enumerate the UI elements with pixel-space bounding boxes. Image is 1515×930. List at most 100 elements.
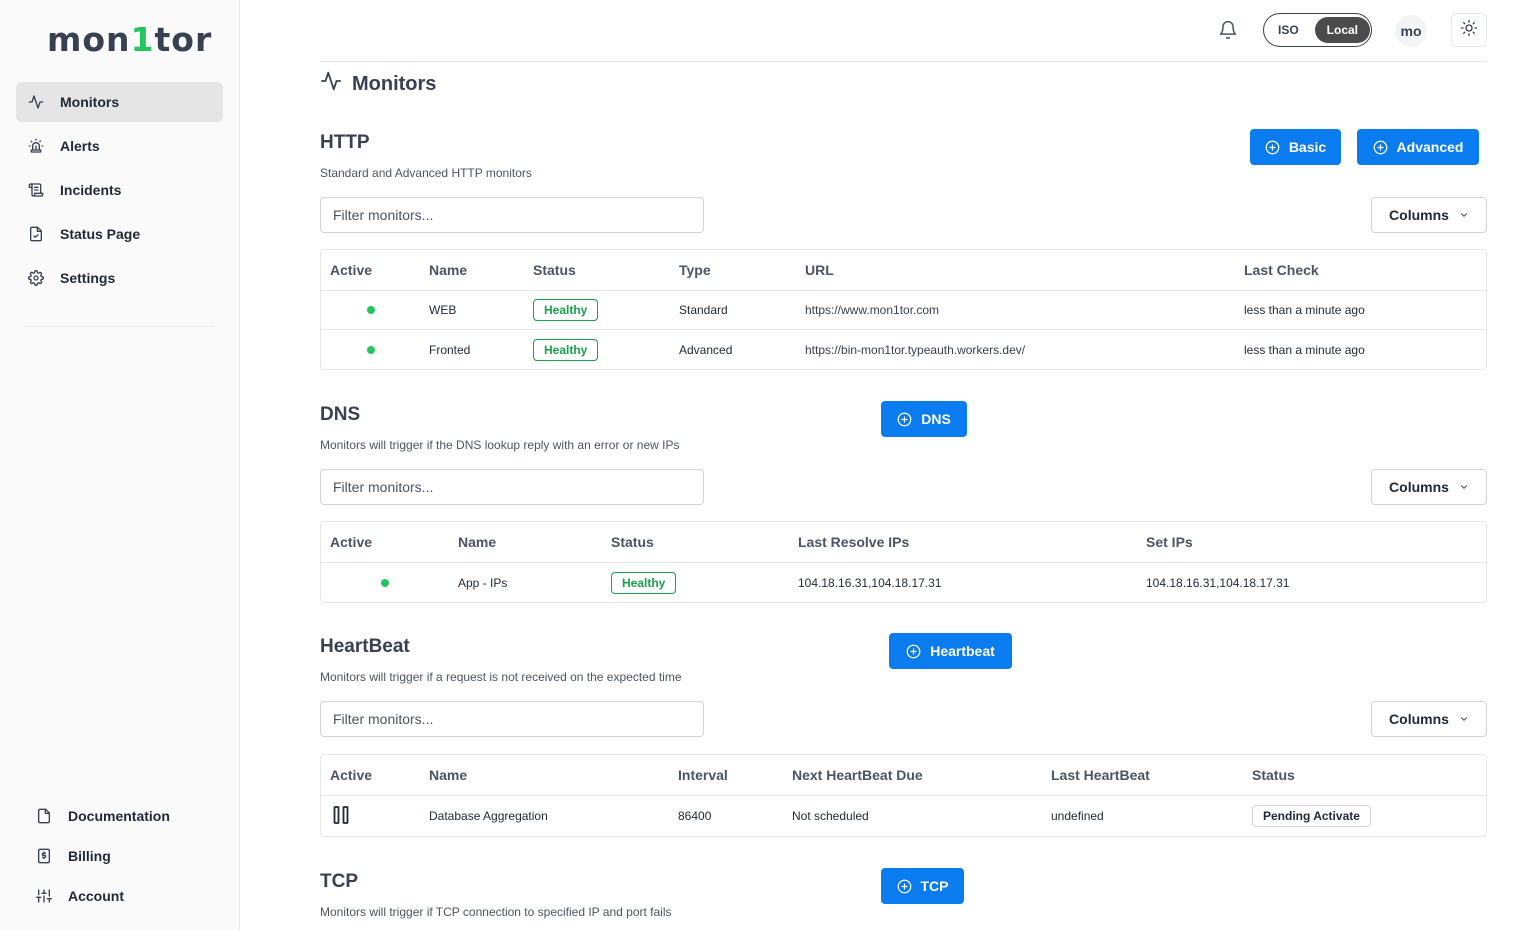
- http-monitors-table: Active Name Status Type URL Last Check W…: [320, 249, 1487, 370]
- column-header[interactable]: Active: [330, 522, 372, 562]
- column-header[interactable]: Active: [330, 755, 372, 795]
- dns-section-title: DNS: [320, 404, 361, 425]
- column-header[interactable]: Status: [1252, 755, 1295, 795]
- timezone-toggle[interactable]: ISO Local: [1263, 13, 1372, 47]
- http-section-description: Standard and Advanced HTTP monitors: [320, 166, 532, 180]
- avatar[interactable]: mo: [1395, 15, 1427, 47]
- tcp-section-title: TCP: [320, 871, 358, 892]
- status-badge: Healthy: [611, 571, 677, 594]
- add-tcp-button[interactable]: TCP: [881, 868, 964, 904]
- sidebar-divider: [24, 326, 215, 327]
- file-check-icon: [28, 226, 44, 242]
- sidebar-item-alerts[interactable]: Alerts: [16, 126, 223, 166]
- status-badge: Pending Activate: [1252, 805, 1371, 827]
- pause-icon[interactable]: [333, 805, 349, 828]
- column-header[interactable]: Active: [330, 250, 372, 290]
- tz-option-iso[interactable]: ISO: [1266, 17, 1311, 43]
- monitor-type: Advanced: [679, 342, 733, 357]
- add-advanced-http-button[interactable]: Advanced: [1357, 129, 1479, 165]
- table-header-row: Active Name Status Type URL Last Check: [321, 250, 1486, 291]
- status-badge: Healthy: [533, 338, 599, 361]
- sidebar-item-label: Alerts: [60, 138, 100, 154]
- button-label: TCP: [920, 878, 949, 894]
- tcp-section-description: Monitors will trigger if TCP connection …: [320, 905, 672, 919]
- sidebar-item-account[interactable]: Account: [24, 876, 223, 916]
- sun-icon: [1460, 19, 1478, 42]
- sidebar-item-incidents[interactable]: Incidents: [16, 170, 223, 210]
- table-row[interactable]: Fronted Healthy Advanced https://bin-mon…: [321, 330, 1486, 369]
- topbar: ISO Local mo: [320, 0, 1487, 62]
- column-header[interactable]: Name: [429, 250, 467, 290]
- active-indicator: [367, 306, 375, 314]
- last-check: less than a minute ago: [1244, 303, 1365, 317]
- sidebar-item-label: Documentation: [68, 808, 170, 824]
- column-header[interactable]: Next HeartBeat Due: [792, 755, 923, 795]
- plus-circle-icon: [1373, 140, 1387, 154]
- add-dns-button[interactable]: DNS: [881, 401, 967, 437]
- plus-circle-icon: [897, 412, 912, 426]
- set-ips: 104.18.16.31,104.18.17.31: [1146, 575, 1290, 590]
- add-basic-http-button[interactable]: Basic: [1250, 129, 1341, 165]
- activity-icon: [320, 70, 342, 98]
- monitor-name[interactable]: Fronted: [429, 330, 470, 369]
- sidebar: mon1tor Monitors Alerts Incidents Status…: [0, 0, 240, 930]
- heartbeat-columns-button[interactable]: Columns: [1371, 701, 1487, 737]
- http-columns-button[interactable]: Columns: [1371, 197, 1487, 233]
- sidebar-item-label: Billing: [68, 848, 111, 864]
- sidebar-item-monitors[interactable]: Monitors: [16, 82, 223, 122]
- active-indicator: [381, 578, 389, 587]
- sidebar-item-status-page[interactable]: Status Page: [16, 214, 223, 254]
- dns-columns-button[interactable]: Columns: [1371, 469, 1487, 505]
- dns-section-description: Monitors will trigger if the DNS lookup …: [320, 438, 680, 452]
- column-header[interactable]: Name: [458, 522, 496, 562]
- column-header[interactable]: URL: [805, 250, 834, 290]
- interval: 86400: [678, 809, 712, 823]
- sidebar-item-label: Account: [68, 888, 124, 904]
- button-label: Heartbeat: [930, 643, 995, 659]
- plus-circle-icon: [897, 879, 911, 893]
- scroll-icon: [28, 182, 44, 198]
- table-header-row: Active Name Interval Next HeartBeat Due …: [321, 755, 1486, 796]
- chevron-down-icon: [1460, 717, 1467, 721]
- column-header[interactable]: Last HeartBeat: [1051, 755, 1150, 795]
- sliders-icon: [36, 888, 52, 904]
- sidebar-bottom-nav: Documentation Billing Account: [24, 796, 223, 916]
- column-header[interactable]: Last Check: [1244, 250, 1319, 290]
- http-filter-input[interactable]: [320, 197, 704, 233]
- chevron-down-icon: [1460, 485, 1467, 489]
- table-row[interactable]: WEB Healthy Standard https://www.mon1tor…: [321, 291, 1486, 330]
- next-heartbeat-due: Not scheduled: [792, 809, 869, 823]
- siren-icon: [28, 138, 44, 154]
- table-row[interactable]: App - IPs Healthy 104.18.16.31,104.18.17…: [321, 563, 1486, 602]
- bell-icon[interactable]: [1218, 20, 1238, 40]
- heartbeat-filter-input[interactable]: [320, 701, 704, 737]
- column-header[interactable]: Name: [429, 755, 467, 795]
- heartbeat-monitors-table: Active Name Interval Next HeartBeat Due …: [320, 754, 1487, 837]
- add-heartbeat-button[interactable]: Heartbeat: [889, 633, 1012, 669]
- column-header[interactable]: Status: [533, 250, 576, 290]
- column-header[interactable]: Interval: [678, 755, 728, 795]
- button-label: Columns: [1389, 479, 1449, 495]
- sidebar-item-settings[interactable]: Settings: [16, 258, 223, 298]
- table-row[interactable]: Database Aggregation 86400 Not scheduled…: [321, 796, 1486, 836]
- tz-option-local[interactable]: Local: [1314, 17, 1371, 43]
- monitor-name[interactable]: Database Aggregation: [429, 796, 548, 836]
- column-header[interactable]: Set IPs: [1146, 522, 1193, 562]
- page-title-text: Monitors: [352, 72, 437, 95]
- sidebar-item-label: Monitors: [60, 94, 120, 110]
- monitor-name[interactable]: WEB: [429, 291, 456, 329]
- monitor-url: https://bin-mon1tor.typeauth.workers.dev…: [805, 342, 1026, 357]
- theme-toggle-button[interactable]: [1451, 13, 1487, 47]
- dns-filter-input[interactable]: [320, 469, 704, 505]
- column-header[interactable]: Last Resolve IPs: [798, 522, 909, 562]
- http-section-title: HTTP: [320, 132, 370, 153]
- app-logo[interactable]: mon1tor: [47, 20, 212, 59]
- column-header[interactable]: Type: [679, 250, 711, 290]
- sidebar-item-documentation[interactable]: Documentation: [24, 796, 223, 836]
- column-header[interactable]: Status: [611, 522, 654, 562]
- heartbeat-section-description: Monitors will trigger if a request is no…: [320, 670, 682, 684]
- sidebar-item-billing[interactable]: Billing: [24, 836, 223, 876]
- monitor-name[interactable]: App - IPs: [458, 563, 507, 602]
- plus-circle-icon: [906, 644, 921, 658]
- sidebar-item-label: Incidents: [60, 182, 122, 198]
